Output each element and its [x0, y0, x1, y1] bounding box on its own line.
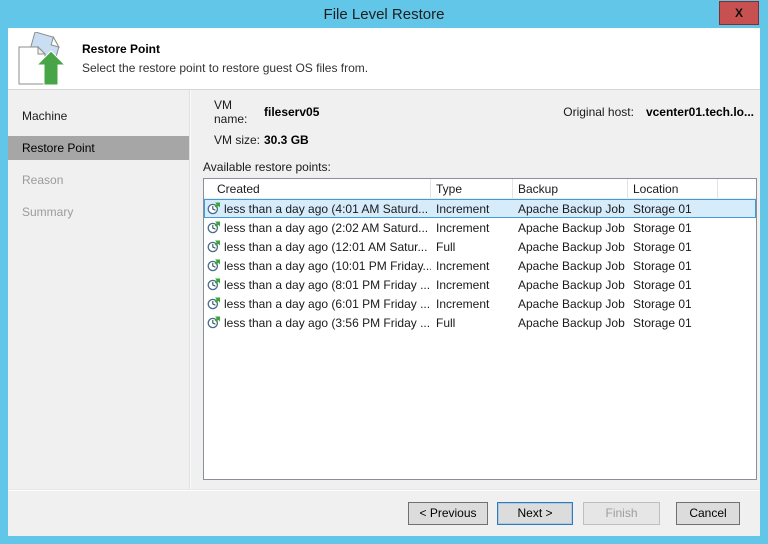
table-row[interactable]: less than a day ago (6:01 PM Friday ... … — [204, 294, 756, 313]
titlebar: File Level Restore — [0, 0, 768, 28]
finish-button: Finish — [583, 502, 660, 525]
vm-size-label: VM size: — [214, 133, 264, 147]
cell-backup: Apache Backup Job — [513, 240, 628, 254]
step-title: Restore Point — [82, 42, 368, 56]
cell-location: Storage 01 — [628, 297, 718, 311]
wizard-header: Restore Point Select the restore point t… — [8, 28, 760, 90]
cell-type: Full — [431, 316, 513, 330]
cell-backup: Apache Backup Job — [513, 221, 628, 235]
vm-size-row: VM size: 30.3 GB — [203, 132, 757, 148]
created-text: less than a day ago (3:56 PM Friday ... — [224, 316, 430, 330]
close-icon: X — [735, 6, 743, 20]
restore-point-icon — [207, 202, 220, 215]
column-header-location[interactable]: Location — [628, 179, 718, 198]
cell-backup: Apache Backup Job — [513, 259, 628, 273]
table-row[interactable]: less than a day ago (3:56 PM Friday ... … — [204, 313, 756, 332]
window-title: File Level Restore — [324, 6, 445, 23]
cell-type: Increment — [431, 278, 513, 292]
steps-sidebar: Machine Restore Point Reason Summary — [8, 90, 190, 489]
close-button[interactable]: X — [719, 1, 759, 25]
cell-location: Storage 01 — [628, 202, 718, 216]
column-header-backup[interactable]: Backup — [513, 179, 628, 198]
cell-location: Storage 01 — [628, 278, 718, 292]
wizard-body: Machine Restore Point Reason Summary VM … — [8, 90, 760, 489]
table-row[interactable]: less than a day ago (10:01 PM Friday... … — [204, 256, 756, 275]
created-text: less than a day ago (8:01 PM Friday ... — [224, 278, 430, 292]
restore-point-icon — [207, 316, 220, 329]
created-text: less than a day ago (4:01 AM Saturd... — [224, 202, 428, 216]
table-row[interactable]: less than a day ago (8:01 PM Friday ... … — [204, 275, 756, 294]
column-header-created[interactable]: Created — [204, 179, 431, 198]
cell-created: less than a day ago (12:01 AM Satur... — [204, 240, 431, 254]
cancel-button[interactable]: Cancel — [676, 502, 740, 525]
cell-created: less than a day ago (10:01 PM Friday... — [204, 259, 431, 273]
cell-location: Storage 01 — [628, 259, 718, 273]
cell-created: less than a day ago (6:01 PM Friday ... — [204, 297, 431, 311]
restore-point-icon — [207, 259, 220, 272]
cell-type: Full — [431, 240, 513, 254]
restore-point-icon — [207, 221, 220, 234]
original-host-label: Original host: — [563, 105, 634, 119]
restore-point-icon — [207, 278, 220, 291]
original-host-row: Original host: vcenter01.tech.lo... — [563, 104, 754, 120]
created-text: less than a day ago (10:01 PM Friday... — [224, 259, 431, 273]
table-row[interactable]: less than a day ago (2:02 AM Saturd... I… — [204, 218, 756, 237]
cell-type: Increment — [431, 259, 513, 273]
vm-name-label: VM name: — [214, 98, 264, 126]
created-text: less than a day ago (6:01 PM Friday ... — [224, 297, 430, 311]
table-row[interactable]: less than a day ago (4:01 AM Saturd... I… — [204, 199, 756, 218]
file-level-restore-window: File Level Restore X Restore Point Selec… — [0, 0, 768, 544]
restore-points-rows: less than a day ago (4:01 AM Saturd... I… — [204, 199, 756, 479]
cell-type: Increment — [431, 297, 513, 311]
wizard-footer: < Previous Next > Finish Cancel — [8, 489, 760, 536]
created-text: less than a day ago (2:02 AM Saturd... — [224, 221, 428, 235]
column-header-type[interactable]: Type — [431, 179, 513, 198]
column-header-filler — [718, 179, 756, 198]
cell-created: less than a day ago (3:56 PM Friday ... — [204, 316, 431, 330]
cell-created: less than a day ago (4:01 AM Saturd... — [204, 202, 431, 216]
sidebar-item-restore-point[interactable]: Restore Point — [8, 136, 189, 160]
step-content: VM name: fileserv05 Original host: vcent… — [190, 90, 760, 489]
created-text: less than a day ago (12:01 AM Satur... — [224, 240, 427, 254]
previous-button[interactable]: < Previous — [408, 502, 488, 525]
restore-points-header: Created Type Backup Location — [204, 179, 756, 199]
cell-location: Storage 01 — [628, 221, 718, 235]
cell-backup: Apache Backup Job — [513, 278, 628, 292]
restore-points-table: Created Type Backup Location less than a… — [203, 178, 757, 480]
cell-type: Increment — [431, 221, 513, 235]
cell-backup: Apache Backup Job — [513, 202, 628, 216]
original-host-value: vcenter01.tech.lo... — [646, 105, 754, 119]
cell-location: Storage 01 — [628, 316, 718, 330]
vm-size-value: 30.3 GB — [264, 133, 309, 147]
cell-created: less than a day ago (2:02 AM Saturd... — [204, 221, 431, 235]
cell-location: Storage 01 — [628, 240, 718, 254]
table-row[interactable]: less than a day ago (12:01 AM Satur... F… — [204, 237, 756, 256]
cell-backup: Apache Backup Job — [513, 297, 628, 311]
restore-files-icon — [14, 32, 68, 86]
cell-backup: Apache Backup Job — [513, 316, 628, 330]
restore-point-icon — [207, 240, 220, 253]
sidebar-item-summary[interactable]: Summary — [8, 200, 189, 224]
next-button[interactable]: Next > — [497, 502, 573, 525]
wizard-header-text: Restore Point Select the restore point t… — [82, 42, 368, 75]
step-subtitle: Select the restore point to restore gues… — [82, 61, 368, 75]
sidebar-item-reason[interactable]: Reason — [8, 168, 189, 192]
sidebar-item-machine[interactable]: Machine — [8, 104, 189, 128]
restore-points-caption: Available restore points: — [203, 160, 757, 174]
dialog-frame: Restore Point Select the restore point t… — [8, 28, 760, 536]
cell-type: Increment — [431, 202, 513, 216]
cell-created: less than a day ago (8:01 PM Friday ... — [204, 278, 431, 292]
restore-point-icon — [207, 297, 220, 310]
vm-name-value: fileserv05 — [264, 105, 319, 119]
